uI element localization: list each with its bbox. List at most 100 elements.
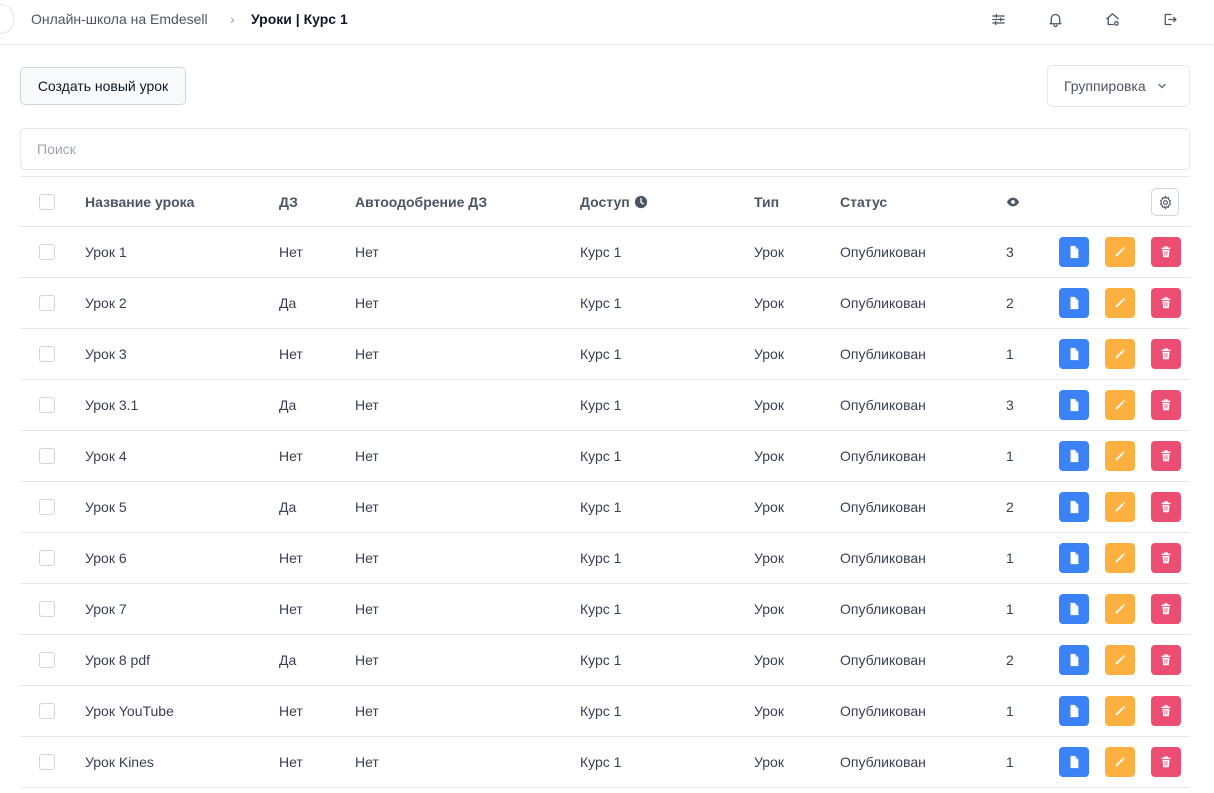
view-lesson-button[interactable] <box>1059 645 1089 675</box>
sidebar-toggle[interactable] <box>0 4 14 34</box>
lesson-name[interactable]: Урок Kines <box>85 737 154 787</box>
edit-lesson-button[interactable] <box>1105 696 1135 726</box>
trash-icon <box>1161 705 1171 717</box>
pencil-icon <box>1115 604 1125 614</box>
row-checkbox[interactable] <box>39 703 55 719</box>
delete-lesson-button[interactable] <box>1151 288 1181 318</box>
lesson-status: Опубликован <box>840 652 926 668</box>
lesson-name[interactable]: Урок 1 <box>85 227 127 277</box>
breadcrumb-school[interactable]: Онлайн-школа на Emdesell <box>31 10 208 28</box>
edit-lesson-button[interactable] <box>1105 747 1135 777</box>
header-name[interactable]: Название урока <box>85 177 194 227</box>
table-row[interactable]: Урок 4 Нет Нет Курс 1 Урок Опубликован 1 <box>20 431 1190 482</box>
view-lesson-button[interactable] <box>1059 696 1089 726</box>
row-checkbox[interactable] <box>39 346 55 362</box>
lesson-name[interactable]: Урок YouTube <box>85 686 174 736</box>
lesson-name[interactable]: Урок 7 <box>85 584 127 634</box>
breadcrumb-current: Уроки | Курс 1 <box>251 11 348 27</box>
header-views[interactable] <box>1006 177 1020 227</box>
edit-lesson-button[interactable] <box>1105 390 1135 420</box>
edit-lesson-button[interactable] <box>1105 543 1135 573</box>
row-checkbox[interactable] <box>39 244 55 260</box>
lesson-name[interactable]: Урок 3.1 <box>85 380 138 430</box>
table-row[interactable]: Урок Kines Нет Нет Курс 1 Урок Опубликов… <box>20 737 1190 788</box>
row-checkbox[interactable] <box>39 448 55 464</box>
view-lesson-button[interactable] <box>1059 747 1089 777</box>
document-icon <box>1070 245 1079 259</box>
table-row[interactable]: Урок 3 Нет Нет Курс 1 Урок Опубликован 1 <box>20 329 1190 380</box>
clock-icon[interactable] <box>634 195 648 209</box>
lesson-name[interactable]: Урок 5 <box>85 482 127 532</box>
header-type[interactable]: Тип <box>754 177 779 227</box>
view-lesson-button[interactable] <box>1059 543 1089 573</box>
bell-icon[interactable] <box>1044 8 1066 30</box>
table-row[interactable]: Урок 5 Да Нет Курс 1 Урок Опубликован 2 <box>20 482 1190 533</box>
column-settings-button[interactable] <box>1151 188 1179 216</box>
lesson-name[interactable]: Урок 8 pdf <box>85 635 150 685</box>
row-checkbox[interactable] <box>39 295 55 311</box>
edit-lesson-button[interactable] <box>1105 237 1135 267</box>
table-row[interactable]: Урок YouTube Нет Нет Курс 1 Урок Опублик… <box>20 686 1190 737</box>
delete-lesson-button[interactable] <box>1151 390 1181 420</box>
view-lesson-button[interactable] <box>1059 441 1089 471</box>
delete-lesson-button[interactable] <box>1151 747 1181 777</box>
header-status[interactable]: Статус <box>840 177 887 227</box>
row-checkbox[interactable] <box>39 550 55 566</box>
table-row[interactable]: Урок 6 Нет Нет Курс 1 Урок Опубликован 1 <box>20 533 1190 584</box>
lesson-name[interactable]: Урок 2 <box>85 278 127 328</box>
delete-lesson-button[interactable] <box>1151 339 1181 369</box>
delete-lesson-button[interactable] <box>1151 696 1181 726</box>
table-row[interactable]: Урок 7 Нет Нет Курс 1 Урок Опубликован 1 <box>20 584 1190 635</box>
view-lesson-button[interactable] <box>1059 339 1089 369</box>
delete-lesson-button[interactable] <box>1151 441 1181 471</box>
lesson-name[interactable]: Урок 3 <box>85 329 127 379</box>
row-checkbox[interactable] <box>39 499 55 515</box>
breadcrumb-separator: › <box>230 11 235 27</box>
document-icon <box>1070 296 1079 310</box>
view-lesson-button[interactable] <box>1059 390 1089 420</box>
lesson-access: Курс 1 <box>580 244 622 260</box>
delete-lesson-button[interactable] <box>1151 594 1181 624</box>
logout-icon[interactable] <box>1158 8 1180 30</box>
row-checkbox[interactable] <box>39 754 55 770</box>
table-row[interactable]: Урок 8 pdf Да Нет Курс 1 Урок Опубликова… <box>20 635 1190 686</box>
sliders-icon[interactable] <box>987 8 1009 30</box>
delete-lesson-button[interactable] <box>1151 237 1181 267</box>
grouping-label: Группировка <box>1064 78 1146 94</box>
lesson-type: Урок <box>754 652 784 668</box>
grouping-dropdown[interactable]: Группировка <box>1047 65 1190 107</box>
select-all-checkbox[interactable] <box>39 194 55 210</box>
header-access[interactable]: Доступ <box>580 177 648 227</box>
lesson-status: Опубликован <box>840 550 926 566</box>
document-icon <box>1070 449 1079 463</box>
lesson-type: Урок <box>754 448 784 464</box>
table-row[interactable]: Урок 2 Да Нет Курс 1 Урок Опубликован 2 <box>20 278 1190 329</box>
row-checkbox[interactable] <box>39 397 55 413</box>
row-checkbox[interactable] <box>39 652 55 668</box>
edit-lesson-button[interactable] <box>1105 288 1135 318</box>
edit-lesson-button[interactable] <box>1105 441 1135 471</box>
edit-lesson-button[interactable] <box>1105 645 1135 675</box>
delete-lesson-button[interactable] <box>1151 543 1181 573</box>
edit-lesson-button[interactable] <box>1105 594 1135 624</box>
view-lesson-button[interactable] <box>1059 288 1089 318</box>
table-row[interactable]: Урок 3.1 Да Нет Курс 1 Урок Опубликован … <box>20 380 1190 431</box>
header-auto-approve[interactable]: Автоодобрение ДЗ <box>355 177 487 227</box>
view-lesson-button[interactable] <box>1059 594 1089 624</box>
table-row[interactable]: Урок 1 Нет Нет Курс 1 Урок Опубликован 3 <box>20 227 1190 278</box>
lesson-name[interactable]: Урок 4 <box>85 431 127 481</box>
row-checkbox[interactable] <box>39 601 55 617</box>
view-lesson-button[interactable] <box>1059 492 1089 522</box>
edit-lesson-button[interactable] <box>1105 492 1135 522</box>
view-lesson-button[interactable] <box>1059 237 1089 267</box>
create-lesson-button[interactable]: Создать новый урок <box>20 67 186 105</box>
header-homework[interactable]: ДЗ <box>279 177 298 227</box>
delete-lesson-button[interactable] <box>1151 492 1181 522</box>
lesson-auto-approve: Нет <box>355 295 379 311</box>
lesson-name[interactable]: Урок 6 <box>85 533 127 583</box>
search-input[interactable] <box>20 128 1190 170</box>
lesson-views: 2 <box>1006 652 1014 668</box>
delete-lesson-button[interactable] <box>1151 645 1181 675</box>
home-settings-icon[interactable] <box>1101 8 1123 30</box>
edit-lesson-button[interactable] <box>1105 339 1135 369</box>
